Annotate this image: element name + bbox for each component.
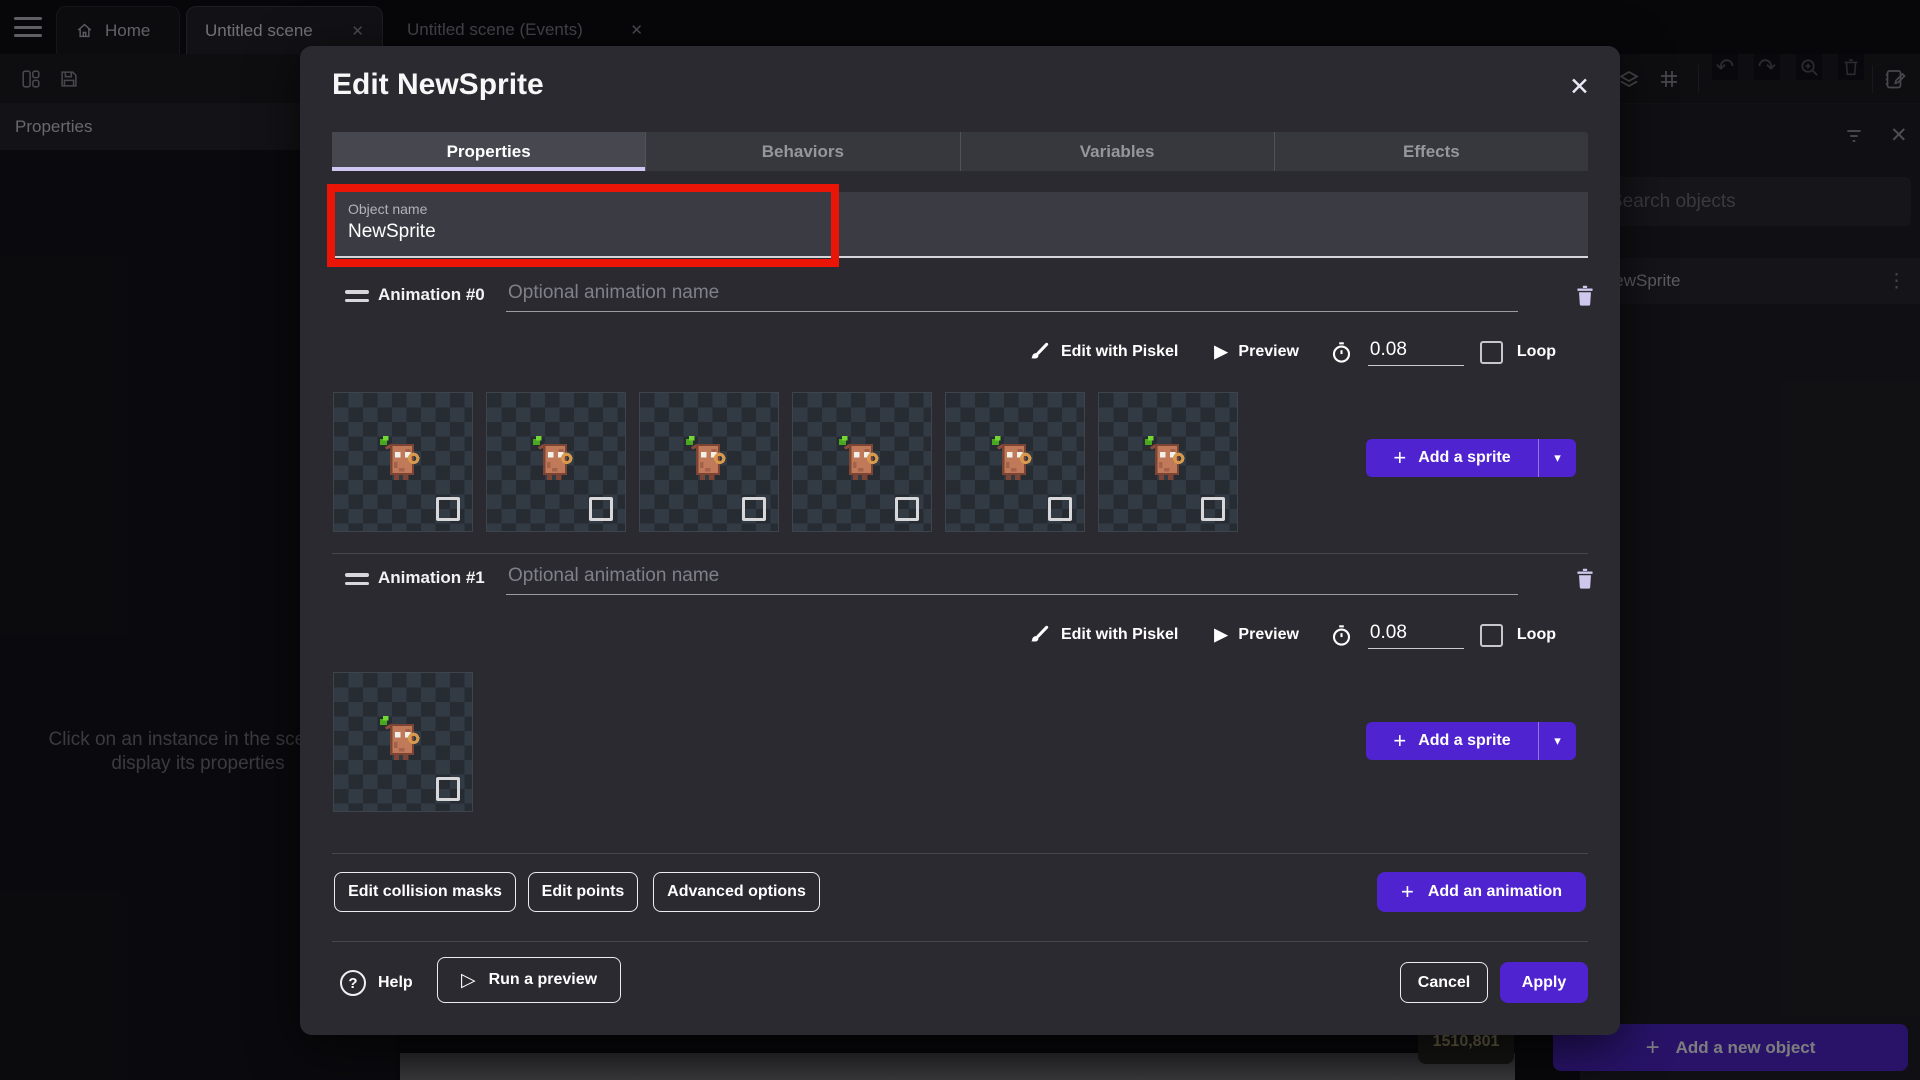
sprite-frame-thumbnail[interactable] <box>639 392 779 532</box>
add-sprite-dropdown-caret[interactable]: ▾ <box>1538 722 1576 760</box>
tab-properties[interactable]: Properties <box>332 132 645 171</box>
preview-animation-button[interactable]: ▶ Preview <box>1214 625 1299 645</box>
add-a-sprite-split-button: + Add a sprite ▾ <box>1366 439 1576 477</box>
pig-sprite-image <box>1137 433 1195 491</box>
edit-with-piskel-button[interactable]: Edit with Piskel <box>1027 341 1178 364</box>
delete-animation-1-trash-icon[interactable] <box>1572 563 1602 593</box>
loop-label: Loop <box>1517 343 1556 361</box>
frame-select-checkbox[interactable] <box>895 497 919 521</box>
sprite-frame-thumbnail[interactable] <box>486 392 626 532</box>
sprite-frame-thumbnail[interactable] <box>945 392 1085 532</box>
question-icon: ? <box>340 970 366 996</box>
plus-icon: + <box>1393 445 1406 471</box>
animation-0-frames <box>333 392 1238 532</box>
preview-animation-button[interactable]: ▶ Preview <box>1214 342 1299 362</box>
pig-sprite-image <box>372 713 430 771</box>
animation-1-header: Animation #1 <box>332 565 1588 595</box>
add-a-sprite-button[interactable]: + Add a sprite <box>1366 439 1538 477</box>
play-icon: ▶ <box>1214 625 1227 645</box>
apply-button[interactable]: Apply <box>1500 962 1588 1003</box>
sprite-frame-thumbnail[interactable] <box>1098 392 1238 532</box>
animation-1-frames <box>333 672 473 812</box>
animation-0-header: Animation #0 <box>332 282 1588 312</box>
tab-effects[interactable]: Effects <box>1274 132 1588 171</box>
pig-sprite-image <box>831 433 889 491</box>
sprite-frame-thumbnail[interactable] <box>333 392 473 532</box>
play-outline-icon: ▷ <box>461 969 476 992</box>
loop-checkbox[interactable] <box>1480 624 1503 647</box>
add-sprite-dropdown-caret[interactable]: ▾ <box>1538 439 1576 477</box>
pig-sprite-image <box>984 433 1042 491</box>
close-dialog-icon[interactable]: ✕ <box>1569 72 1590 102</box>
frame-select-checkbox[interactable] <box>589 497 613 521</box>
animation-0-title: Animation #0 <box>378 285 485 305</box>
section-divider <box>332 553 1588 554</box>
stopwatch-icon <box>1329 623 1354 648</box>
object-name-field-label: Object name <box>348 201 427 217</box>
run-a-preview-button[interactable]: ▷ Run a preview <box>437 957 621 1003</box>
animation-1-name-input[interactable] <box>506 561 1518 595</box>
frame-select-checkbox[interactable] <box>742 497 766 521</box>
sprite-frame-thumbnail[interactable] <box>333 672 473 812</box>
cancel-button[interactable]: Cancel <box>1400 962 1488 1003</box>
plus-icon: + <box>1401 879 1414 905</box>
add-an-animation-button[interactable]: + Add an animation <box>1377 872 1586 912</box>
drag-handle-icon[interactable] <box>345 573 369 585</box>
footer-divider <box>332 941 1588 942</box>
section-divider <box>332 853 1588 854</box>
animation-1-title: Animation #1 <box>378 568 485 588</box>
frame-select-checkbox[interactable] <box>436 777 460 801</box>
frame-select-checkbox[interactable] <box>1201 497 1225 521</box>
sprite-frame-thumbnail[interactable] <box>792 392 932 532</box>
time-between-frames-input[interactable] <box>1368 339 1464 366</box>
edit-points-button[interactable]: Edit points <box>528 872 638 912</box>
time-between-frames-input[interactable] <box>1368 622 1464 649</box>
edit-with-piskel-button[interactable]: Edit with Piskel <box>1027 624 1178 647</box>
tab-behaviors[interactable]: Behaviors <box>645 132 959 171</box>
animation-0-controls: Edit with Piskel ▶ Preview Loop <box>1027 337 1556 367</box>
animation-1-controls: Edit with Piskel ▶ Preview Loop <box>1027 620 1556 650</box>
drag-handle-icon[interactable] <box>345 290 369 302</box>
object-name-field[interactable]: Object name NewSprite <box>332 192 1588 258</box>
loop-label: Loop <box>1517 626 1556 644</box>
frame-select-checkbox[interactable] <box>436 497 460 521</box>
dialog-title: Edit NewSprite <box>332 68 544 102</box>
add-a-sprite-split-button: + Add a sprite ▾ <box>1366 722 1576 760</box>
edit-collision-masks-button[interactable]: Edit collision masks <box>334 872 516 912</box>
frame-select-checkbox[interactable] <box>1048 497 1072 521</box>
pig-sprite-image <box>525 433 583 491</box>
stopwatch-icon <box>1329 340 1354 365</box>
object-name-field-value: NewSprite <box>348 221 436 243</box>
add-a-sprite-button[interactable]: + Add a sprite <box>1366 722 1538 760</box>
advanced-options-button[interactable]: Advanced options <box>653 872 820 912</box>
plus-icon: + <box>1393 728 1406 754</box>
help-button[interactable]: ? Help <box>340 970 413 996</box>
pig-sprite-image <box>678 433 736 491</box>
loop-checkbox[interactable] <box>1480 341 1503 364</box>
edit-sprite-dialog: Edit NewSprite ✕ Properties Behaviors Va… <box>300 46 1620 1035</box>
delete-animation-0-trash-icon[interactable] <box>1572 280 1602 310</box>
animation-0-name-input[interactable] <box>506 278 1518 312</box>
play-icon: ▶ <box>1214 342 1227 362</box>
tab-variables[interactable]: Variables <box>960 132 1274 171</box>
brush-icon <box>1027 341 1050 364</box>
dialog-tabbar: Properties Behaviors Variables Effects <box>332 132 1588 171</box>
pig-sprite-image <box>372 433 430 491</box>
brush-icon <box>1027 624 1050 647</box>
